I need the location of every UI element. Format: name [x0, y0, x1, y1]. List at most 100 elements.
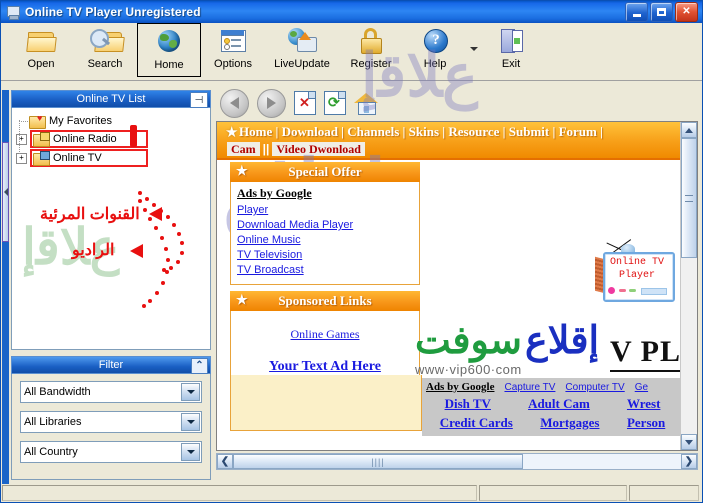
google-ads-block: Ads by Google Capture TV Computer TV Ge … — [422, 378, 683, 436]
chevron-up-icon[interactable]: ⌃ — [191, 358, 208, 374]
window-title: Online TV Player Unregistered — [25, 5, 201, 19]
special-offer-body: Ads by Google Player Download Media Play… — [230, 182, 420, 285]
toolbar-button-help[interactable]: ? Help — [403, 23, 467, 77]
tv-list-tree[interactable]: ♥ My Favorites + Online Radio + Online T… — [11, 108, 211, 350]
arrow-right-icon — [267, 97, 276, 109]
web-horizontal-scrollbar[interactable]: ❮ |||| ❯ — [216, 453, 698, 470]
forward-button[interactable] — [257, 88, 286, 118]
sponsored-link-online-games[interactable]: Online Games — [231, 327, 419, 342]
toolbar-label-search: Search — [87, 58, 123, 70]
annotation-arrow-radio — [130, 244, 143, 258]
vertical-scroll-thumb[interactable] — [681, 138, 697, 258]
search-folder-icon — [90, 27, 125, 55]
tv-graphic-line2: Player — [618, 270, 655, 281]
gray-ad-capture-tv[interactable]: Capture TV — [504, 382, 555, 393]
gray-ad-mortgages[interactable]: Mortgages — [540, 415, 599, 431]
status-bar — [1, 484, 702, 502]
lock-icon — [356, 27, 386, 55]
maximize-button[interactable] — [650, 2, 673, 22]
page-headline: V PL — [610, 335, 681, 372]
tree-expander-tv[interactable]: + — [16, 152, 27, 164]
ad-link-player[interactable]: Player — [237, 203, 413, 218]
ad-link-download-media-player[interactable]: Download Media Player — [237, 218, 413, 233]
toolbar-label-home: Home — [154, 59, 184, 71]
home-button[interactable] — [354, 92, 378, 115]
filter-title: Filter — [98, 359, 124, 371]
toolbar-button-liveupdate[interactable]: LiveUpdate — [265, 23, 339, 77]
splitter-collapse-handle[interactable] — [2, 142, 9, 242]
panel-splitter[interactable] — [1, 90, 10, 484]
annotation-radio: الراديو — [72, 242, 115, 259]
online-tv-list-title: Online TV List — [76, 93, 146, 105]
toolbar-label-open: Open — [27, 58, 55, 70]
gray-ad-dish-tv[interactable]: Dish TV — [445, 396, 491, 412]
stop-page-icon: ✕ — [299, 95, 310, 110]
exit-door-icon — [496, 27, 526, 55]
watermark-brand: إقلاع سوفت — [415, 318, 599, 363]
status-cell-1 — [2, 485, 477, 501]
site-nav-secondary: Cam || Video Dwonload — [227, 141, 365, 156]
globe-icon — [154, 28, 184, 56]
tree-item-favorites[interactable]: ♥ My Favorites — [12, 112, 210, 129]
tree-label-online-tv: Online TV — [53, 152, 102, 164]
web-vertical-scrollbar[interactable] — [680, 122, 697, 450]
gray-ad-computer-tv[interactable]: Computer TV — [565, 382, 624, 393]
site-nav-video-download[interactable]: Video Dwonload — [272, 141, 365, 156]
refresh-button[interactable]: ⟳ — [324, 91, 346, 115]
help-glyph: ? — [424, 29, 448, 53]
special-offer-title: Special Offer — [288, 164, 362, 179]
refresh-icon: ⟳ — [328, 94, 340, 110]
gray-ad-wrest[interactable]: Wrest — [627, 396, 660, 412]
close-button[interactable]: ✕ — [675, 2, 698, 22]
toolbar-button-open[interactable]: Open — [9, 23, 73, 77]
toolbar-button-home[interactable]: Home — [137, 23, 201, 77]
back-button[interactable] — [220, 88, 249, 118]
stop-button[interactable]: ✕ — [294, 91, 316, 115]
sponsored-links-header: ★ Sponsored Links — [230, 291, 420, 311]
libraries-select[interactable]: All Libraries — [20, 411, 202, 433]
site-nav-cam[interactable]: Cam — [227, 141, 260, 156]
filter-panel: Filter ⌃ All Bandwidth All Libraries All… — [11, 356, 211, 480]
web-view[interactable]: ★ Home | Download | Channels | Skins | R… — [216, 121, 698, 451]
chevron-down-icon[interactable] — [181, 413, 200, 431]
scroll-right-button[interactable]: ❯ — [681, 454, 697, 469]
toolbar-overflow-button[interactable] — [467, 23, 479, 77]
application-window: Online TV Player Unregistered ✕ Open Sea… — [0, 0, 703, 503]
bandwidth-select[interactable]: All Bandwidth — [20, 381, 202, 403]
tree-expander-radio[interactable]: + — [16, 133, 27, 145]
country-select[interactable]: All Country — [20, 441, 202, 463]
ad-link-tv-television[interactable]: TV Television — [237, 248, 413, 263]
watermark-green-tree: ﻉﻼﻗﺇ — [22, 219, 120, 275]
toolbar-button-exit[interactable]: Exit — [479, 23, 543, 77]
minimize-button[interactable] — [625, 2, 648, 22]
scroll-up-button[interactable] — [681, 122, 697, 138]
scroll-down-button[interactable] — [681, 434, 697, 450]
pin-icon[interactable]: ⊣ — [190, 92, 208, 108]
gray-ad-person[interactable]: Person — [627, 415, 665, 431]
site-nav-primary[interactable]: Home | Download | Channels | Skins | Res… — [239, 124, 683, 140]
favorites-folder-icon: ♥ — [29, 113, 46, 129]
star-icon: ★ — [236, 292, 248, 307]
chevron-down-icon[interactable] — [181, 443, 200, 461]
online-tv-player-graphic: Online TV Player — [593, 238, 679, 308]
gray-ad-credit-cards[interactable]: Credit Cards — [440, 415, 513, 431]
main-toolbar: Open Search Home Options LiveUpdate Regi… — [1, 23, 702, 81]
horizontal-scroll-thumb[interactable]: |||| — [233, 454, 523, 469]
gray-ad-adult-cam[interactable]: Adult Cam — [528, 396, 590, 412]
tree-label-favorites: My Favorites — [49, 114, 112, 127]
scroll-left-button[interactable]: ❮ — [217, 454, 233, 469]
chevron-down-icon — [470, 47, 478, 51]
star-icon: ★ — [225, 124, 239, 141]
chevron-down-icon[interactable] — [181, 383, 200, 401]
sponsored-link-your-text-ad[interactable]: Your Text Ad Here — [231, 359, 419, 375]
ad-link-tv-broadcast[interactable]: TV Broadcast — [237, 263, 413, 278]
annotation-bar — [130, 125, 137, 147]
gray-ad-ge[interactable]: Ge — [635, 382, 648, 393]
horizontal-scroll-track[interactable] — [523, 454, 681, 469]
ad-link-online-music[interactable]: Online Music — [237, 233, 413, 248]
toolbar-button-search[interactable]: Search — [73, 23, 137, 77]
tree-item-online-tv[interactable]: Online TV — [30, 149, 148, 167]
toolbar-button-register[interactable]: Register — [339, 23, 403, 77]
tv-app-icon — [5, 4, 21, 20]
toolbar-button-options[interactable]: Options — [201, 23, 265, 77]
